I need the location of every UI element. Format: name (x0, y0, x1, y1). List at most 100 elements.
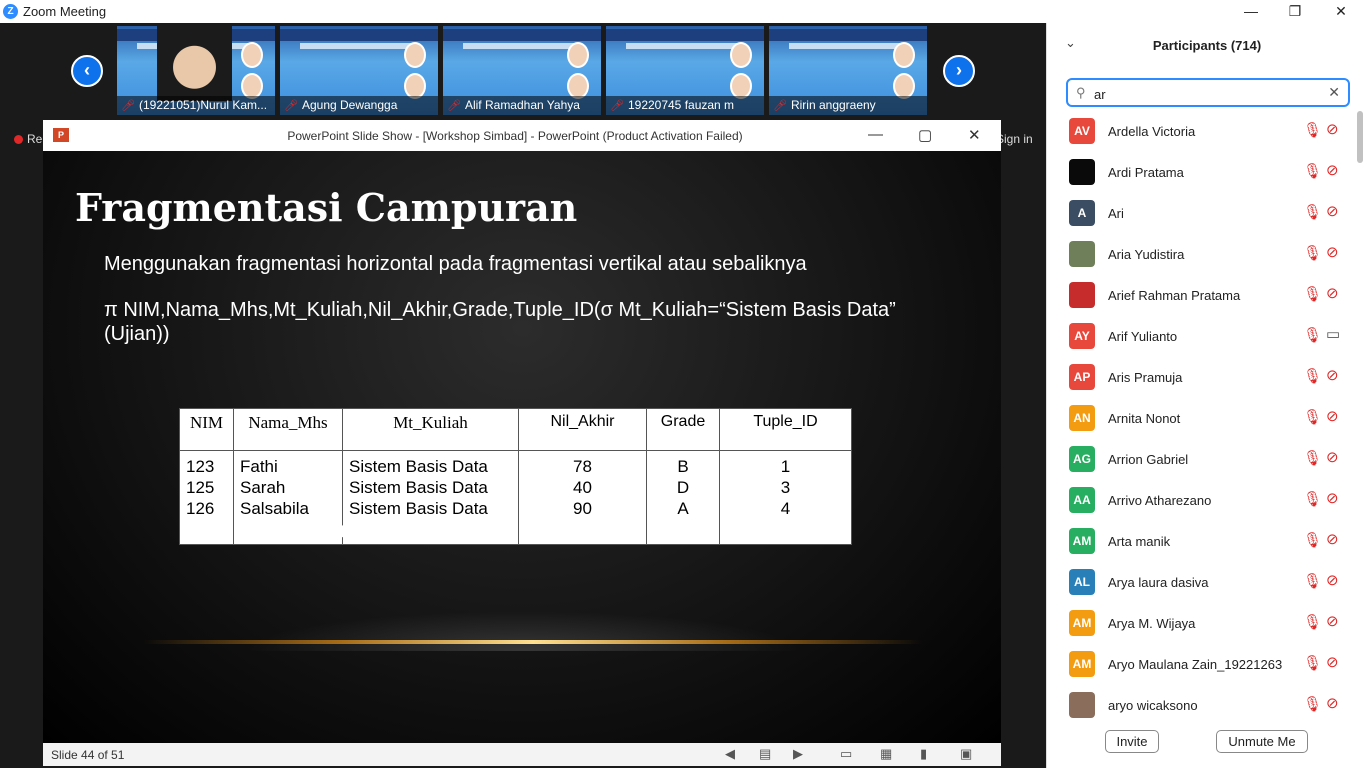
camera-off-icon[interactable]: ⊘ (1326, 489, 1339, 507)
participant-name: aryo wicaksono (1108, 698, 1198, 713)
participant-row[interactable]: aryo wicaksono 🎙︎ ⊘ (1047, 685, 1355, 718)
prev-page-button[interactable]: ‹ (71, 55, 103, 87)
camera-off-icon[interactable]: ⊘ (1326, 407, 1339, 425)
formula-line-1: π NIM,Nama_Mhs,Mt_Kuliah,Nil_Akhir,Grade… (104, 299, 896, 321)
mic-muted-icon[interactable]: 🎙︎ (1303, 613, 1322, 631)
camera-off-icon[interactable]: ⊘ (1326, 161, 1339, 179)
prev-slide-icon[interactable]: ◀ (725, 746, 735, 762)
participant-row[interactable]: Ardi Pratama 🎙︎ ⊘ (1047, 152, 1355, 193)
participant-row[interactable]: AA Arrivo Atharezano 🎙︎ ⊘ (1047, 480, 1355, 521)
mic-muted-icon[interactable]: 🎙︎ (1303, 326, 1322, 344)
participant-row[interactable]: AY Arif Yulianto 🎙︎ ▭ (1047, 316, 1355, 357)
normal-view-icon[interactable]: ▭ (840, 746, 852, 762)
camera-off-icon[interactable]: ⊘ (1326, 448, 1339, 466)
cell-nilai: 78 40 90 (518, 450, 647, 545)
participant-row[interactable]: Arief Rahman Pratama 🎙︎ ⊘ (1047, 275, 1355, 316)
participant-name: Aris Pramuja (1108, 370, 1183, 385)
video-thumbnail[interactable]: 🎤︎ (19221051)Nurul Kam... (117, 26, 275, 115)
avatar: AM (1069, 610, 1095, 636)
mic-muted-icon[interactable]: 🎙︎ (1303, 531, 1322, 549)
cell-grade: B D A (646, 450, 720, 545)
video-thumbnail[interactable]: 🎤︎ Agung Dewangga (280, 26, 438, 115)
camera-off-icon[interactable]: ⊘ (1326, 366, 1339, 384)
participant-row[interactable]: AN Arnita Nonot 🎙︎ ⊘ (1047, 398, 1355, 439)
table-header: Grade (646, 408, 720, 451)
camera-off-icon[interactable]: ⊘ (1326, 284, 1339, 302)
reading-view-icon[interactable]: ▮ (920, 746, 927, 762)
participant-row[interactable]: A Ari 🎙︎ ⊘ (1047, 193, 1355, 234)
ppt-statusbar: Slide 44 of 51 ◀ ▤ ▶ ▭ ▦ ▮ ▣ (43, 743, 1001, 766)
mic-muted-icon[interactable]: 🎙︎ (1303, 285, 1322, 303)
participant-name: Arrivo Atharezano (1108, 493, 1212, 508)
mic-muted-icon[interactable]: 🎙︎ (1303, 449, 1322, 467)
participant-row[interactable]: AM Arta manik 🎙︎ ⊘ (1047, 521, 1355, 562)
participant-name: Arya M. Wijaya (1108, 616, 1196, 631)
camera-off-icon[interactable]: ⊘ (1326, 530, 1339, 548)
mic-muted-icon[interactable]: 🎙︎ (1303, 654, 1322, 672)
video-thumbnail[interactable]: 🎤︎ 19220745 fauzan m (606, 26, 764, 115)
ppt-minimize-button[interactable]: — (868, 126, 883, 143)
participant-list[interactable]: AV Ardella Victoria 🎙︎ ⊘ Ardi Pratama 🎙︎ ⊘ A Ari… (1047, 111, 1355, 718)
camera-off-icon[interactable]: ⊘ (1326, 202, 1339, 220)
avatar: A (1069, 200, 1095, 226)
sign-in-link[interactable]: Sign in (996, 132, 1033, 146)
mic-muted-icon[interactable]: 🎙︎ (1303, 367, 1322, 385)
participant-row[interactable]: AL Arya laura dasiva 🎙︎ ⊘ (1047, 562, 1355, 603)
camera-off-icon[interactable]: ⊘ (1326, 694, 1339, 712)
decorative-glow (243, 611, 803, 651)
next-page-button[interactable]: › (943, 55, 975, 87)
scrollbar-thumb[interactable] (1357, 111, 1363, 163)
thumbnail-name: Agung Dewangga (301, 98, 398, 112)
participant-scrollbar[interactable] (1355, 111, 1365, 718)
camera-off-icon[interactable]: ⊘ (1326, 571, 1339, 589)
mic-muted-icon[interactable]: 🎙︎ (1303, 490, 1322, 508)
participant-search[interactable]: ⚲ ✕ (1066, 78, 1350, 107)
camera-icon[interactable]: ▭ (1326, 325, 1340, 343)
participant-row[interactable]: AP Aris Pramuja 🎙︎ ⊘ (1047, 357, 1355, 398)
mic-muted-icon[interactable]: 🎙︎ (1303, 408, 1322, 426)
slideshow-icon[interactable]: ▣ (960, 746, 972, 762)
video-thumbnail[interactable]: 🎤︎ Ririn anggraeny (769, 26, 927, 115)
formula-line-2: (Ujian)) (104, 323, 170, 345)
camera-off-icon[interactable]: ⊘ (1326, 612, 1339, 630)
ppt-maximize-button[interactable]: ▢ (918, 126, 932, 144)
mic-muted-icon[interactable]: 🎙︎ (1303, 572, 1322, 590)
mic-muted-icon[interactable]: 🎙︎ (1303, 695, 1322, 713)
close-button[interactable]: ✕ (1318, 0, 1364, 23)
mic-muted-icon[interactable]: 🎙︎ (1303, 162, 1322, 180)
recording-indicator[interactable]: Re (14, 132, 42, 146)
unmute-me-button[interactable]: Unmute Me (1216, 730, 1308, 753)
powerpoint-window: P PowerPoint Slide Show - [Workshop Simb… (43, 120, 1001, 766)
mic-muted-icon[interactable]: 🎙︎ (1303, 203, 1322, 221)
participant-row[interactable]: AV Ardella Victoria 🎙︎ ⊘ (1047, 111, 1355, 152)
participant-row[interactable]: AM Arya M. Wijaya 🎙︎ ⊘ (1047, 603, 1355, 644)
notes-icon[interactable]: ▤ (759, 746, 771, 762)
video-thumbnail[interactable]: 🎤︎ Alif Ramadhan Yahya (443, 26, 601, 115)
slide-canvas[interactable]: Fragmentasi Campuran Menggunakan fragmen… (43, 151, 1001, 743)
table-row: 123 125 126 Fathi Sarah Salsabila Sistem… (179, 450, 852, 545)
thumbnail-name: Ririn anggraeny (790, 98, 876, 112)
camera-off-icon[interactable]: ⊘ (1326, 653, 1339, 671)
slide-sorter-icon[interactable]: ▦ (880, 746, 892, 762)
avatar: AM (1069, 651, 1095, 677)
search-input[interactable] (1092, 83, 1316, 105)
cell-nama: Fathi Sarah Salsabila (233, 450, 343, 545)
mic-muted-icon[interactable]: 🎙︎ (1303, 121, 1322, 139)
camera-off-icon[interactable]: ⊘ (1326, 120, 1339, 138)
next-slide-icon[interactable]: ▶ (793, 746, 803, 762)
camera-off-icon[interactable]: ⊘ (1326, 243, 1339, 261)
ppt-titlebar: P PowerPoint Slide Show - [Workshop Simb… (43, 120, 1001, 151)
slide-counter: Slide 44 of 51 (51, 748, 125, 762)
cell-kuliah: Sistem Basis Data Sistem Basis Data Sist… (342, 450, 519, 545)
invite-button[interactable]: Invite (1105, 730, 1159, 753)
ppt-close-button[interactable]: ✕ (968, 126, 981, 144)
avatar (1069, 241, 1095, 267)
participant-row[interactable]: AG Arrion Gabriel 🎙︎ ⊘ (1047, 439, 1355, 480)
participant-row[interactable]: Aria Yudistira 🎙︎ ⊘ (1047, 234, 1355, 275)
minimize-button[interactable]: — (1228, 0, 1274, 23)
participant-row[interactable]: AM Aryo Maulana Zain_19221263 🎙︎ ⊘ (1047, 644, 1355, 685)
maximize-button[interactable]: ❐ (1272, 0, 1318, 23)
clear-search-icon[interactable]: ✕ (1328, 84, 1340, 101)
mic-muted-icon[interactable]: 🎙︎ (1303, 244, 1322, 262)
slide-subtitle: Menggunakan fragmentasi horizontal pada … (104, 253, 807, 275)
